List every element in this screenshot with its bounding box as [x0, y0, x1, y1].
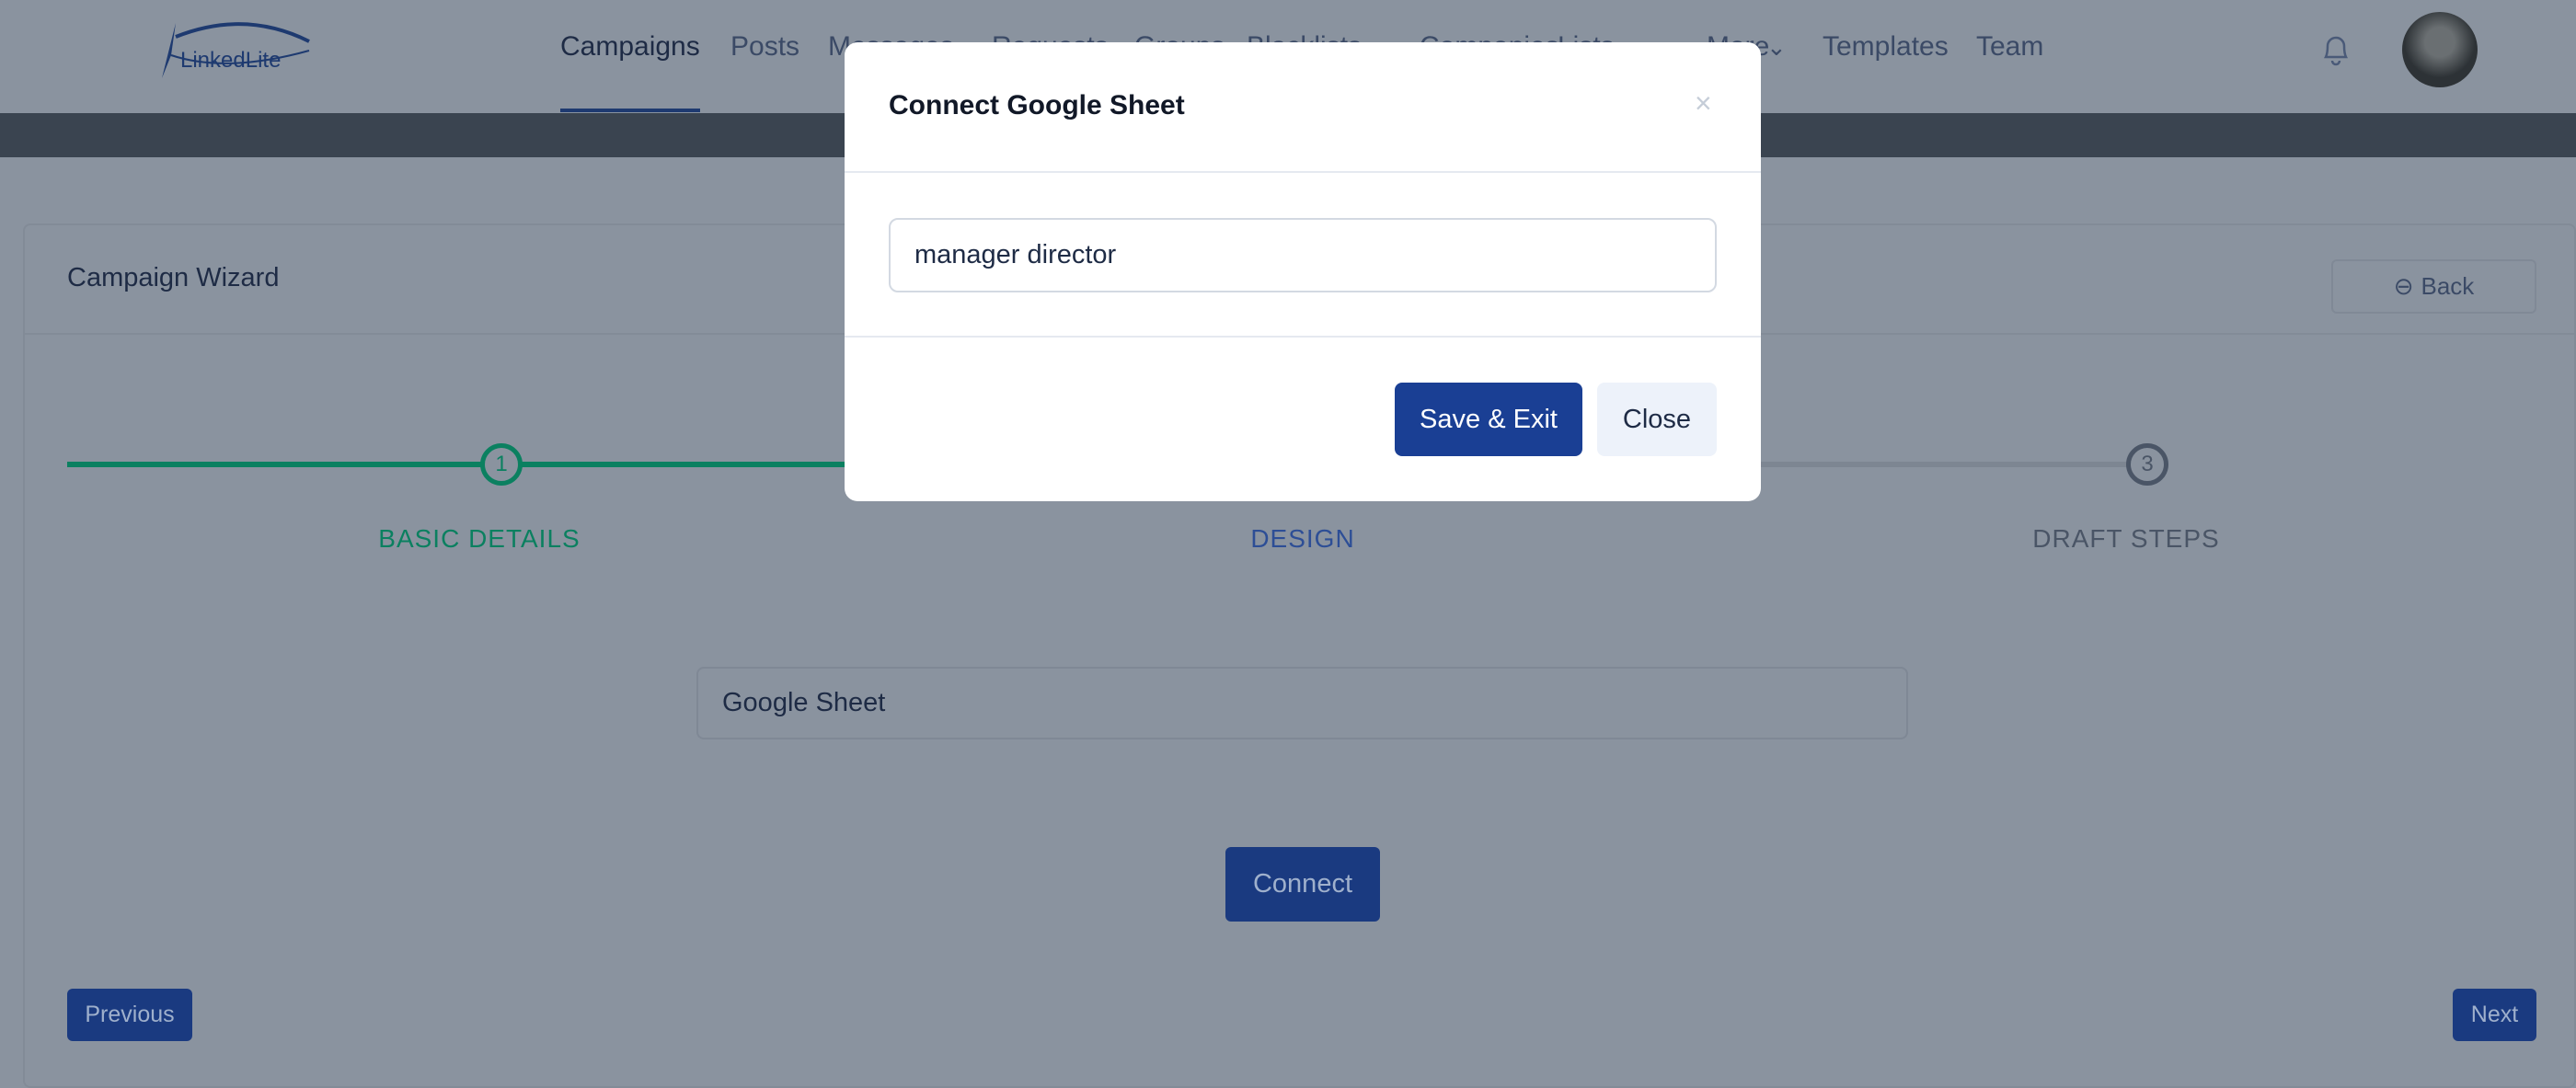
nav-item-team[interactable]: Team: [1976, 31, 2043, 63]
avatar[interactable]: [2402, 12, 2478, 87]
step-3-label: DRAFT STEPS: [2032, 524, 2220, 553]
modal-title: Connect Google Sheet: [889, 90, 1185, 120]
connect-sheet-modal: Connect Google Sheet × manager director …: [845, 42, 1761, 501]
previous-button[interactable]: Previous: [67, 989, 192, 1041]
source-input[interactable]: Google Sheet: [696, 667, 1908, 739]
sheet-name-input[interactable]: manager director: [889, 218, 1717, 292]
more-chevron-icon[interactable]: ⌄: [1766, 33, 1787, 62]
logo-text: LinkedLite: [180, 48, 282, 73]
modal-close-button[interactable]: Close: [1597, 383, 1717, 456]
connect-button[interactable]: Connect: [1225, 847, 1380, 922]
arrow-left-circle-icon: ⊖: [2393, 272, 2414, 300]
modal-footer-divider: [845, 336, 1761, 338]
card-title: Campaign Wizard: [67, 263, 280, 292]
modal-close-icon[interactable]: ×: [1695, 86, 1712, 120]
nav-item-campaigns[interactable]: Campaigns: [560, 31, 700, 63]
step-1-label: BASIC DETAILS: [378, 524, 581, 553]
step-1-circle[interactable]: 1: [480, 443, 523, 486]
modal-header-divider: [845, 171, 1761, 173]
step-2-label: DESIGN: [1250, 524, 1355, 553]
save-exit-button[interactable]: Save & Exit: [1395, 383, 1582, 456]
step-3-circle[interactable]: 3: [2126, 443, 2168, 486]
back-button[interactable]: ⊖ Back: [2331, 259, 2536, 314]
logo[interactable]: LinkedLite: [134, 18, 318, 83]
bell-icon[interactable]: [2320, 31, 2352, 73]
nav-active-underline: [560, 109, 700, 112]
next-button[interactable]: Next: [2453, 989, 2536, 1041]
nav-item-posts[interactable]: Posts: [730, 31, 799, 63]
nav-item-templates[interactable]: Templates: [1823, 31, 1949, 63]
